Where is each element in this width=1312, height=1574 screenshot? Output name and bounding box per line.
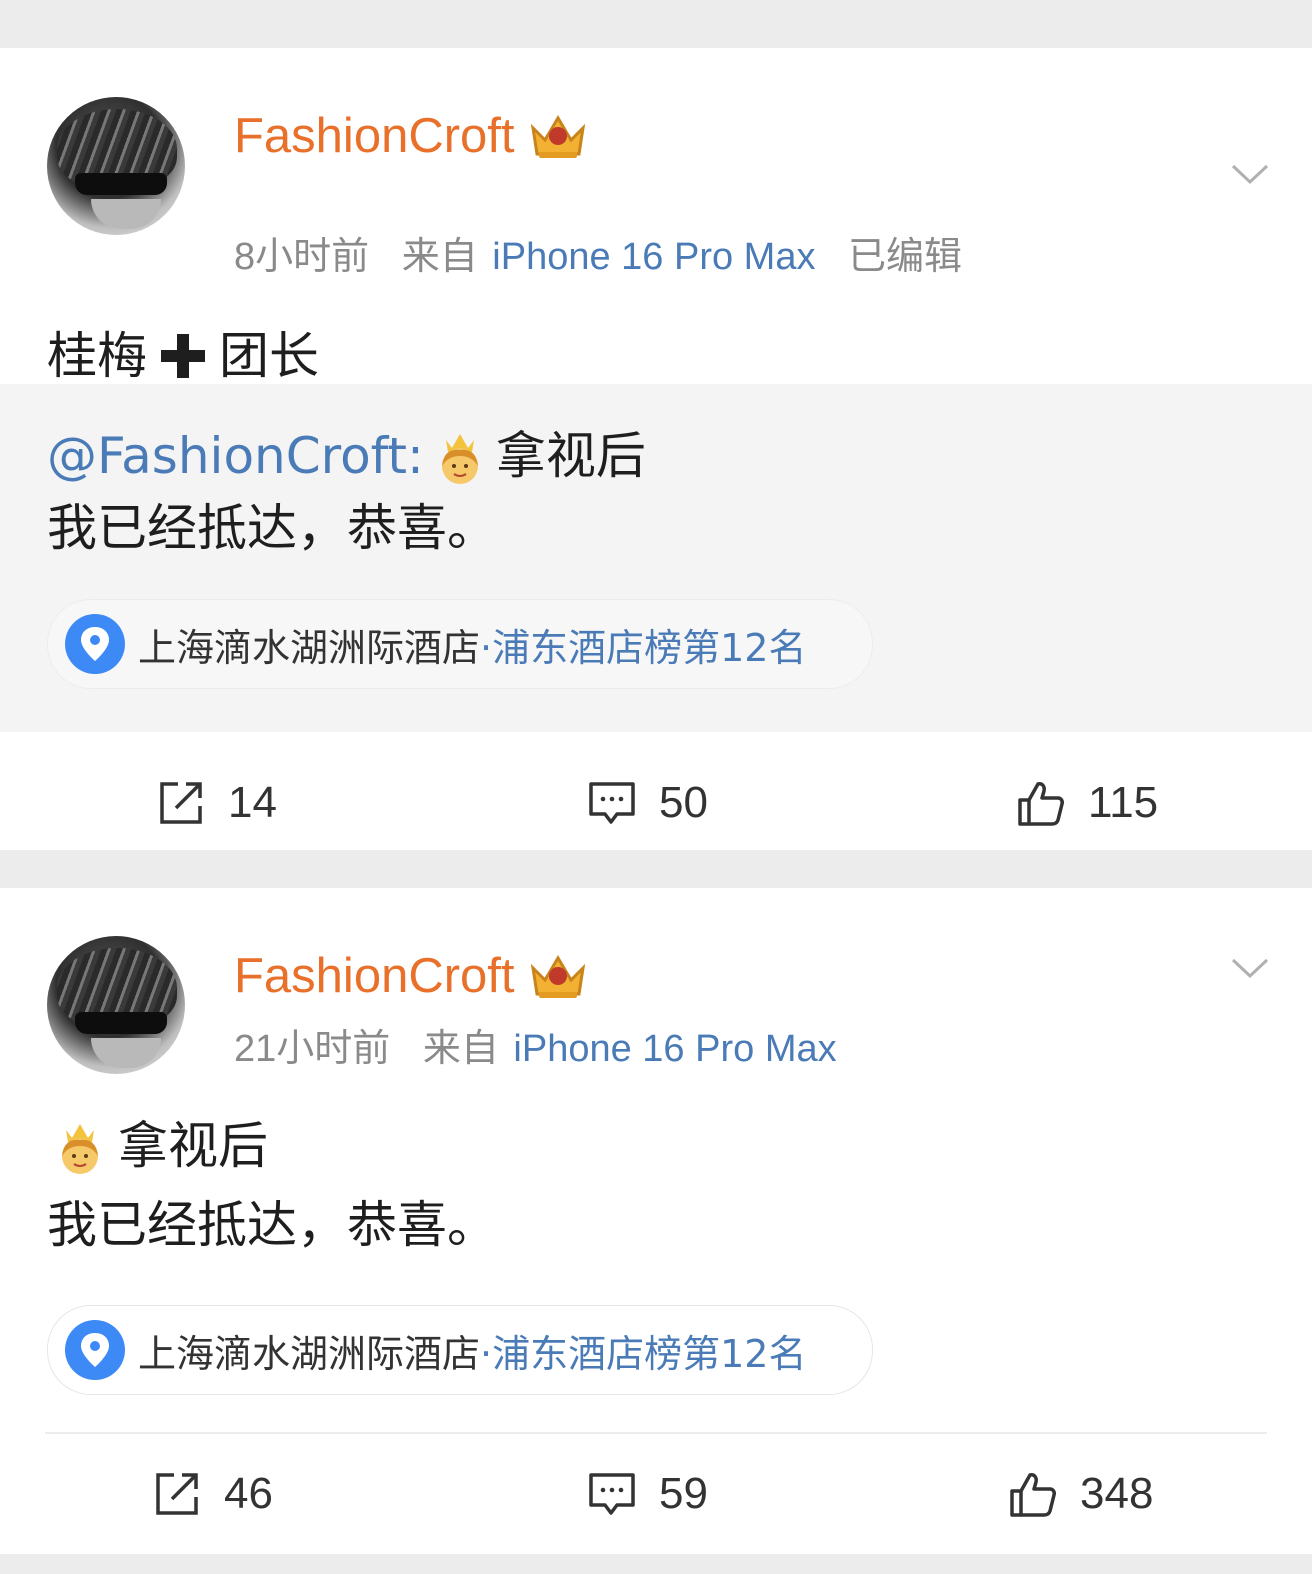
feed-gap — [0, 0, 1312, 48]
comment-button[interactable]: 50 — [587, 753, 708, 853]
location-tag[interactable]: 上海滴水湖洲际酒店 ·浦东酒店榜第12名 — [47, 1305, 873, 1395]
share-icon — [160, 782, 202, 824]
repost-text: 拿视后 — [495, 427, 646, 485]
post-time: 8小时前 — [234, 236, 370, 278]
mention-link[interactable]: @FashionCroft: — [47, 424, 424, 488]
comment-count: 50 — [659, 778, 708, 827]
princess-emoji-icon — [441, 434, 478, 484]
avatar[interactable] — [47, 97, 185, 235]
username[interactable]: FashionCroft — [234, 946, 589, 1006]
comment-button[interactable]: 59 — [587, 1444, 708, 1544]
post-text: 桂梅 团长 — [47, 324, 319, 388]
feed-gap — [0, 1554, 1312, 1574]
post-meta: 8小时前 来自 iPhone 16 Pro Max 已编辑 — [234, 232, 962, 282]
repost-line: @FashionCroft: 拿视后 — [47, 424, 646, 488]
username-text[interactable]: FashionCroft — [234, 946, 515, 1006]
crown-badge-icon — [530, 115, 585, 158]
avatar[interactable] — [47, 936, 185, 1074]
location-rank: ·浦东酒店榜第12名 — [480, 625, 807, 670]
share-count: 46 — [224, 1469, 273, 1518]
post-text: 拿视后 — [52, 1114, 268, 1178]
like-button[interactable]: 115 — [1016, 753, 1158, 853]
like-button[interactable]: 348 — [1008, 1444, 1153, 1544]
post-text-part: 拿视后 — [118, 1117, 268, 1175]
post-text-part: 桂梅 — [47, 327, 147, 385]
comment-count: 59 — [659, 1469, 708, 1518]
like-count: 115 — [1088, 778, 1159, 827]
share-icon — [156, 1473, 198, 1515]
thumbs-up-icon — [1018, 782, 1064, 826]
feed-post[interactable]: FashionCroft 21小时前 来自 iPhone 16 Pro Max … — [0, 888, 1312, 1554]
post-meta: 21小时前 来自 iPhone 16 Pro Max — [234, 1024, 837, 1074]
feed-post[interactable]: FashionCroft 8小时前 来自 iPhone 16 Pro Max 已… — [0, 48, 1312, 850]
crown-badge-icon — [530, 955, 585, 998]
device-link[interactable]: iPhone 16 Pro Max — [492, 236, 815, 278]
princess-emoji-icon — [62, 1124, 98, 1174]
chevron-down-icon[interactable] — [1230, 948, 1270, 988]
share-button[interactable]: 14 — [156, 753, 277, 853]
repost-box[interactable]: @FashionCroft: 拿视后 我已经抵达，恭喜。 上海滴水湖洲际酒店 ·… — [0, 384, 1312, 732]
edited-label[interactable]: 已编辑 — [848, 236, 962, 278]
divider — [45, 1432, 1267, 1434]
post-time: 21小时前 — [234, 1028, 391, 1070]
username-text[interactable]: FashionCroft — [234, 106, 515, 166]
location-rank: ·浦东酒店榜第12名 — [480, 1331, 807, 1376]
location-name: 上海滴水湖洲际酒店 — [138, 625, 481, 670]
location-name: 上海滴水湖洲际酒店 — [138, 1331, 481, 1376]
chevron-down-icon[interactable] — [1230, 154, 1270, 194]
repost-text: 我已经抵达，恭喜。 — [47, 499, 497, 557]
post-text-part: 团长 — [219, 327, 319, 385]
share-count: 14 — [228, 778, 277, 827]
comment-icon — [589, 782, 635, 824]
action-bar: 46 59 348 — [0, 1444, 1312, 1544]
action-bar: 14 50 115 — [0, 753, 1312, 853]
location-tag[interactable]: 上海滴水湖洲际酒店 ·浦东酒店榜第12名 — [47, 599, 873, 689]
source-prefix: 来自 — [422, 1028, 499, 1070]
device-link[interactable]: iPhone 16 Pro Max — [513, 1028, 836, 1070]
source-prefix: 来自 — [401, 236, 478, 278]
heavy-plus-icon — [161, 334, 205, 378]
like-count: 348 — [1080, 1469, 1154, 1518]
location-pin-icon — [65, 1320, 125, 1380]
username[interactable]: FashionCroft — [234, 106, 589, 166]
post-text: 我已经抵达，恭喜。 — [47, 1196, 497, 1254]
feed-gap — [0, 850, 1312, 888]
location-pin-icon — [65, 614, 125, 674]
comment-icon — [589, 1473, 635, 1515]
share-button[interactable]: 46 — [152, 1444, 273, 1544]
thumbs-up-icon — [1010, 1473, 1056, 1517]
